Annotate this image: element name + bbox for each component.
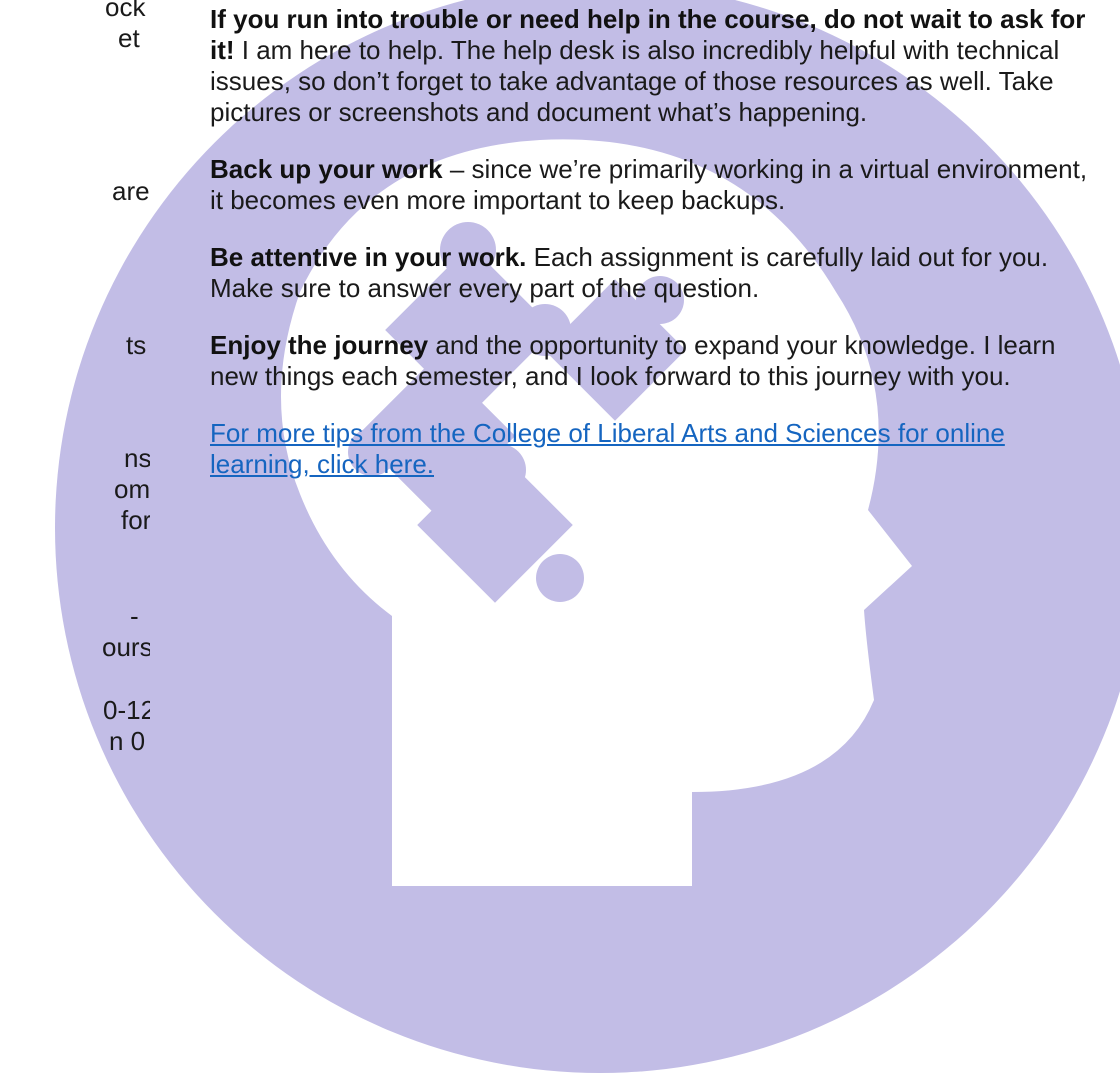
- text-fragment: ns: [124, 443, 150, 473]
- tip-ask-for-help: If you run into trouble or need help in …: [210, 4, 1090, 128]
- text-fragment: -: [130, 601, 139, 631]
- tip-body: I am here to help. The help desk is also…: [210, 35, 1060, 127]
- cut-off-left-column: ock et are ts ns om. for - ours 0-12 n 0: [0, 0, 150, 1078]
- text-fragment: ock: [105, 0, 146, 22]
- text-fragment: om.: [114, 474, 150, 504]
- text-fragment: et: [118, 23, 140, 53]
- text-fragment: n 0: [109, 726, 146, 756]
- text-fragment: 0-12: [103, 695, 150, 725]
- tip-back-up-work: Back up your work – since we’re primaril…: [210, 154, 1090, 216]
- puzzle-piece: [536, 554, 584, 602]
- more-tips-paragraph: For more tips from the College of Libera…: [210, 418, 1090, 480]
- text-fragment: for: [121, 505, 150, 535]
- more-tips-link[interactable]: For more tips from the College of Libera…: [210, 418, 1005, 479]
- tip-be-attentive: Be attentive in your work. Each assignme…: [210, 242, 1090, 304]
- tips-content: If you run into trouble or need help in …: [210, 4, 1090, 506]
- text-fragment: ts: [126, 330, 147, 360]
- tip-lead: Enjoy the journey: [210, 330, 429, 360]
- text-fragment: ours: [102, 632, 150, 662]
- tip-enjoy-journey: Enjoy the journey and the opportunity to…: [210, 330, 1090, 392]
- tip-lead: Be attentive in your work.: [210, 242, 527, 272]
- text-fragment: are: [112, 176, 150, 206]
- tip-lead: Back up your work: [210, 154, 443, 184]
